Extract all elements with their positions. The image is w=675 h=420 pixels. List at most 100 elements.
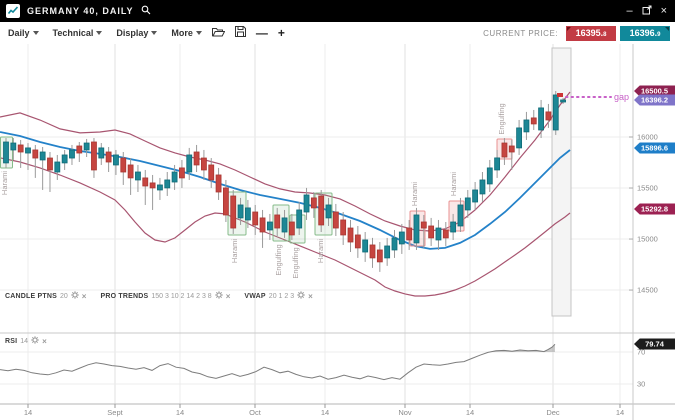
indicator-params: 150 3 10 2 14 2 3 8 xyxy=(151,293,211,300)
candle-body xyxy=(40,152,45,160)
candle-body xyxy=(157,185,162,190)
candle-body xyxy=(4,142,9,163)
candle-body xyxy=(399,232,404,244)
time-axis-label: 14 xyxy=(321,408,329,417)
toolbar: Daily Technical Display More — + CURRENT… xyxy=(0,22,675,45)
menu-technical[interactable]: Technical xyxy=(53,28,103,38)
gear-icon[interactable] xyxy=(215,291,223,301)
gear-icon[interactable] xyxy=(71,291,79,301)
candle-body xyxy=(451,222,456,232)
time-axis-label: 14 xyxy=(176,408,184,417)
time-axis-label: 14 xyxy=(616,408,624,417)
candle-body xyxy=(421,222,426,228)
candle-body xyxy=(414,215,419,243)
indicator-name: VWAP xyxy=(244,293,265,300)
candle-body xyxy=(304,195,309,212)
popout-button[interactable] xyxy=(642,2,652,20)
chevron-down-icon xyxy=(151,31,157,35)
window-controls: – × xyxy=(626,2,675,20)
indicator-params: 20 1 2 3 xyxy=(269,293,294,300)
candle-body xyxy=(509,146,514,152)
candle-body xyxy=(121,158,126,172)
buy-price-badge[interactable]: 16396.9 xyxy=(620,26,670,41)
toolbar-icons: — + xyxy=(212,24,285,42)
candle-body xyxy=(69,150,74,158)
remove-indicator-icon[interactable]: × xyxy=(226,293,231,300)
candle-body xyxy=(502,143,507,157)
remove-indicator-icon[interactable]: × xyxy=(42,338,47,345)
candle-body xyxy=(333,212,338,228)
candle-body xyxy=(311,198,316,208)
candle-body xyxy=(18,145,23,152)
candle-body xyxy=(77,146,82,153)
time-axis-label: 14 xyxy=(466,408,474,417)
price-marker-badge: 16396.2 xyxy=(634,95,675,106)
candle-body xyxy=(25,148,30,153)
pattern-label: Harami xyxy=(410,182,419,207)
sell-price-badge[interactable]: 16395.8 xyxy=(566,26,616,41)
close-button[interactable]: × xyxy=(661,6,667,17)
rsi-overbought-fill xyxy=(0,344,555,352)
minimize-button[interactable]: – xyxy=(626,6,632,17)
candle-body xyxy=(429,226,434,238)
time-axis-label: 14 xyxy=(24,408,32,417)
candle-body xyxy=(473,190,478,202)
chart-window: GERMANY 40, DAILY – × Daily Technical Di… xyxy=(0,0,675,420)
candle-body xyxy=(561,100,566,102)
price-axis-label: 15000 xyxy=(637,235,658,244)
menu-more[interactable]: More xyxy=(171,28,202,38)
gear-icon[interactable] xyxy=(31,336,39,346)
window-title: GERMANY 40, DAILY xyxy=(27,6,134,16)
candle-body xyxy=(99,148,104,158)
candle-body xyxy=(172,172,177,182)
candle-body xyxy=(392,238,397,250)
candle-body xyxy=(150,183,155,188)
gear-icon[interactable] xyxy=(297,291,305,301)
price-axis-label: 15500 xyxy=(637,184,658,193)
candle-body xyxy=(458,205,463,226)
titlebar-left: GERMANY 40, DAILY xyxy=(0,2,151,20)
indicator-chips: CANDLE PTNS20×PRO TRENDS150 3 10 2 14 2 … xyxy=(5,291,313,301)
open-folder-icon[interactable] xyxy=(212,24,225,42)
projection-band xyxy=(552,48,571,316)
candle-body xyxy=(517,128,522,148)
menu-display[interactable]: Display xyxy=(116,28,157,38)
candle-body xyxy=(326,205,331,218)
time-axis-label: Sept xyxy=(107,408,122,417)
price-marker-badge: 15292.8 xyxy=(634,204,675,215)
candle-body xyxy=(231,196,236,228)
rsi-axis-label: 30 xyxy=(637,380,645,389)
candle-body xyxy=(355,235,360,248)
indicator-params: 14 xyxy=(20,338,28,345)
candle-body xyxy=(47,158,52,170)
search-icon[interactable] xyxy=(141,2,151,20)
candle-body xyxy=(216,175,221,192)
candle-body xyxy=(553,95,558,130)
save-icon[interactable] xyxy=(235,24,246,42)
candle-body xyxy=(245,208,250,220)
app-logo-icon xyxy=(6,4,20,18)
candle-body xyxy=(62,155,67,163)
chart-canvas[interactable]: HaramiHaramiEngulfingEngulfingHaramiHara… xyxy=(0,44,675,420)
candle-body xyxy=(135,172,140,180)
zoom-in-button[interactable]: + xyxy=(278,28,285,38)
candle-body xyxy=(223,188,228,215)
candle-body xyxy=(377,250,382,262)
indicator-chip-rsi: RSI14× xyxy=(5,336,47,346)
candle-body xyxy=(187,155,192,172)
rsi-indicator-chip: RSI14× xyxy=(5,336,47,346)
candle-body xyxy=(546,112,551,120)
remove-indicator-icon[interactable]: × xyxy=(308,293,313,300)
candle-body xyxy=(465,198,470,210)
price-axis-label: 14500 xyxy=(637,286,658,295)
candle-body xyxy=(289,222,294,235)
remove-indicator-icon[interactable]: × xyxy=(82,293,87,300)
zoom-out-button[interactable]: — xyxy=(256,28,268,38)
candle-body xyxy=(407,228,412,240)
indicator-chip-vwap: VWAP 20 1 2 3 × xyxy=(244,291,312,301)
menu-daily[interactable]: Daily xyxy=(8,28,39,38)
time-axis-label: Dec xyxy=(546,408,559,417)
candle-body xyxy=(55,162,60,172)
candle-body xyxy=(179,168,184,178)
candle-body xyxy=(209,165,214,180)
